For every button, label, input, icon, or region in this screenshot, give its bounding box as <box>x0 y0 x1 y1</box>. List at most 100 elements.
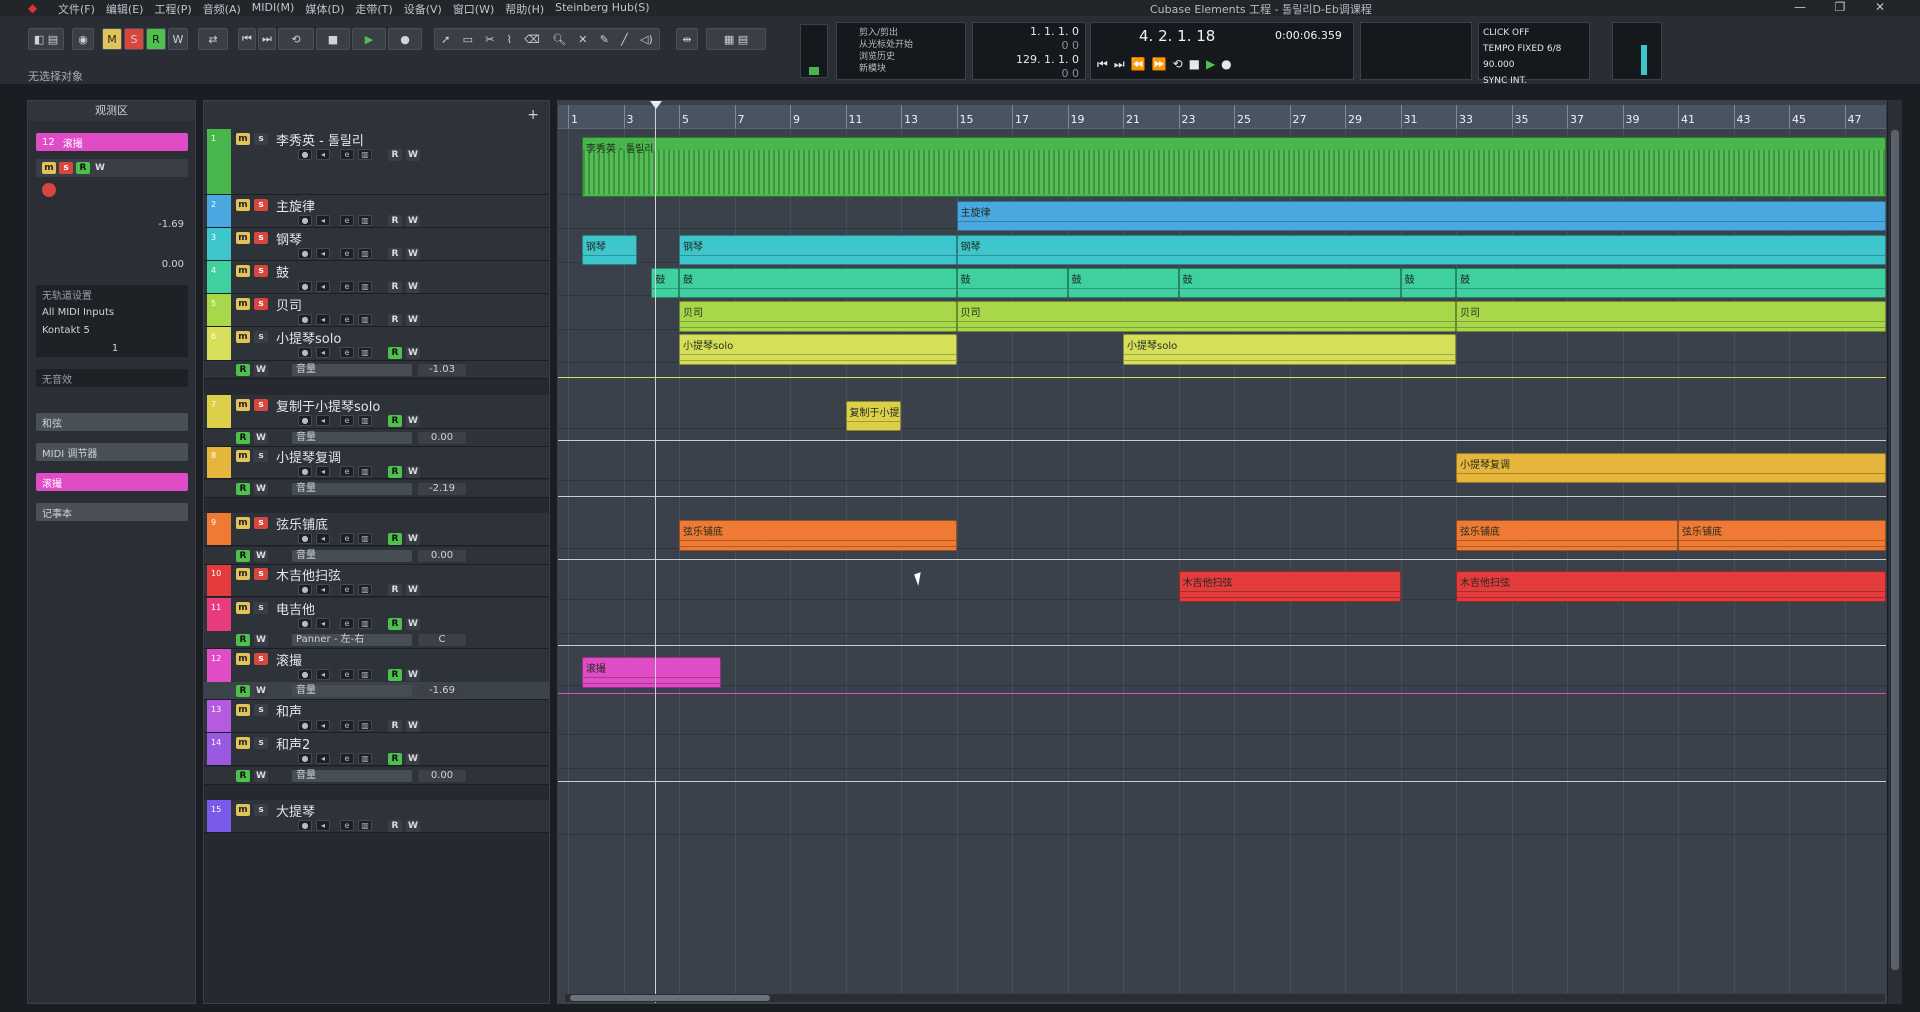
write-automation-button[interactable]: W <box>406 584 420 596</box>
menu-midi[interactable]: MIDI(M) <box>252 1 295 17</box>
write-automation-button[interactable]: W <box>406 466 420 478</box>
read-automation-button[interactable]: R <box>388 149 402 161</box>
horizontal-scroll-thumb[interactable] <box>570 995 770 1001</box>
go-to-end-icon[interactable]: ⏭ <box>1114 57 1125 72</box>
midi-part[interactable]: 小提琴solo <box>679 334 957 365</box>
record-enable-icon[interactable]: ● <box>298 753 312 764</box>
record-enable-icon[interactable] <box>42 183 56 197</box>
mute-button[interactable]: m <box>236 517 250 529</box>
restore-icon[interactable]: ❐ <box>1820 0 1860 16</box>
position-time[interactable]: 0:00:06.359 <box>1275 29 1342 42</box>
locators-display[interactable]: 1. 1. 1. 0 0 0 129. 1. 1. 0 0 0 <box>972 22 1086 80</box>
monitor-icon[interactable]: ◂ <box>316 466 330 477</box>
read-mode-button[interactable]: R <box>146 28 166 50</box>
automation-value[interactable]: -1.03 <box>418 364 466 376</box>
automation-parameter[interactable]: Panner - 左-右 <box>292 634 412 646</box>
read-automation-button[interactable]: R <box>236 634 250 646</box>
menu-transport[interactable]: 走带(T) <box>355 1 392 17</box>
read-automation-button[interactable]: R <box>388 281 402 293</box>
horizontal-scrollbar[interactable] <box>565 994 1885 1002</box>
read-automation-button[interactable]: R <box>388 720 402 732</box>
track-name[interactable]: 小提琴复调 <box>276 447 341 466</box>
track-name[interactable]: 小提琴solo <box>276 328 341 347</box>
midi-part[interactable]: 鼓 <box>1067 268 1179 298</box>
automation-value[interactable]: -2.19 <box>418 483 466 495</box>
audio-event[interactable]: 李秀英 - 톨릴리 <box>581 137 1886 197</box>
read-automation-button[interactable]: R <box>388 533 402 545</box>
read-automation-button[interactable]: R <box>388 669 402 681</box>
automation-curve[interactable] <box>558 645 1886 646</box>
write-mode-button[interactable]: W <box>168 28 188 50</box>
write-automation-button[interactable]: W <box>406 281 420 293</box>
playhead-marker-icon[interactable] <box>650 101 662 109</box>
mute-button[interactable]: m <box>236 399 250 411</box>
track-color-strip[interactable]: 7 <box>207 395 231 428</box>
read-button[interactable]: R <box>76 162 90 174</box>
midi-channel[interactable]: 1 <box>36 339 188 357</box>
record-enable-icon[interactable]: ● <box>298 466 312 477</box>
record-enable-icon[interactable]: ● <box>298 314 312 325</box>
inspector-pan[interactable]: 0.00 <box>36 255 188 273</box>
track-name[interactable]: 贝司 <box>276 295 302 314</box>
marker-panel[interactable] <box>1360 22 1472 80</box>
input-routing[interactable]: 无轨道设置 <box>36 285 188 303</box>
mute-button[interactable]: m <box>236 737 250 749</box>
lane-icon[interactable]: ▥ <box>358 215 372 226</box>
solo-button[interactable]: s <box>254 653 268 665</box>
write-automation-button[interactable]: W <box>254 550 268 562</box>
track-row[interactable]: 14 m s 和声2 ● ◂ e ▥ R W <box>204 733 549 766</box>
record-enable-icon[interactable]: ● <box>298 215 312 226</box>
track-row[interactable]: 15 m s 大提琴 ● ◂ e ▥ R W <box>204 800 549 833</box>
history-item[interactable]: 剪入/剪出 <box>859 27 961 39</box>
cubase-logo-icon[interactable]: ◆ <box>28 1 37 15</box>
solo-button[interactable]: s <box>254 450 268 462</box>
midi-part[interactable]: 主旋律 <box>956 201 1886 231</box>
track-row[interactable]: 9 m s 弦乐铺底 ● ◂ e ▥ R W <box>204 513 549 546</box>
mute-button[interactable]: m <box>236 704 250 716</box>
automation-lane-header[interactable]: R W 音量 0.00 <box>204 767 549 785</box>
edit-icon[interactable]: e <box>340 347 354 358</box>
midi-part[interactable]: 木吉他扫弦 <box>1456 571 1886 602</box>
monitor-icon[interactable]: ◂ <box>316 215 330 226</box>
automation-curve[interactable] <box>558 377 1886 378</box>
solo-button[interactable]: s <box>254 568 268 580</box>
monitor-icon[interactable]: ◂ <box>316 669 330 680</box>
automation-parameter[interactable]: 音量 <box>292 685 412 697</box>
history-panel[interactable]: 剪入/剪出 从光标处开始 浏览历史 新模块 <box>836 22 966 80</box>
right-locator[interactable]: 129. 1. 1. 0 <box>1001 53 1079 67</box>
automation-value[interactable]: C <box>418 634 466 646</box>
speaker-tool-icon[interactable]: ◁) <box>640 33 653 46</box>
activate-project-button[interactable]: ◉ <box>72 28 94 50</box>
automation-lane-header[interactable]: R W 音量 0.00 <box>204 429 549 447</box>
solo-button[interactable]: s <box>254 298 268 310</box>
mute-button[interactable]: m <box>236 568 250 580</box>
sync-label[interactable]: SYNC <box>1483 76 1507 86</box>
mute-button[interactable]: m <box>236 265 250 277</box>
lane-icon[interactable]: ▥ <box>358 149 372 160</box>
read-automation-button[interactable]: R <box>388 466 402 478</box>
record-icon[interactable]: ● <box>1221 57 1231 72</box>
record-icon[interactable]: ● <box>388 28 422 50</box>
write-automation-button[interactable]: W <box>254 634 268 646</box>
track-name[interactable]: 李秀英 - 톨릴리 <box>276 130 364 149</box>
write-automation-button[interactable]: W <box>406 149 420 161</box>
sync-value[interactable]: INT. <box>1510 76 1527 86</box>
mute-button[interactable]: m <box>236 232 250 244</box>
mute-button[interactable]: m <box>236 602 250 614</box>
monitor-icon[interactable]: ◂ <box>316 720 330 731</box>
track-lane[interactable] <box>558 393 1886 429</box>
track-name[interactable]: 主旋律 <box>276 196 315 215</box>
read-automation-button[interactable]: R <box>388 248 402 260</box>
stop-icon[interactable]: ■ <box>316 28 350 50</box>
split-tool-icon[interactable]: ✂ <box>485 33 494 46</box>
erase-tool-icon[interactable]: ⌫ <box>524 33 540 46</box>
read-automation-button[interactable]: R <box>388 347 402 359</box>
read-automation-button[interactable]: R <box>236 364 250 376</box>
add-track-icon[interactable]: + <box>527 107 539 123</box>
track-name[interactable]: 钢琴 <box>276 229 302 248</box>
lane-icon[interactable]: ▥ <box>358 415 372 426</box>
write-automation-button[interactable]: W <box>254 685 268 697</box>
go-to-end-icon[interactable]: ⏭ <box>258 28 276 50</box>
automation-curve[interactable] <box>558 559 1886 560</box>
patch-select[interactable]: 无音效 <box>36 369 188 387</box>
